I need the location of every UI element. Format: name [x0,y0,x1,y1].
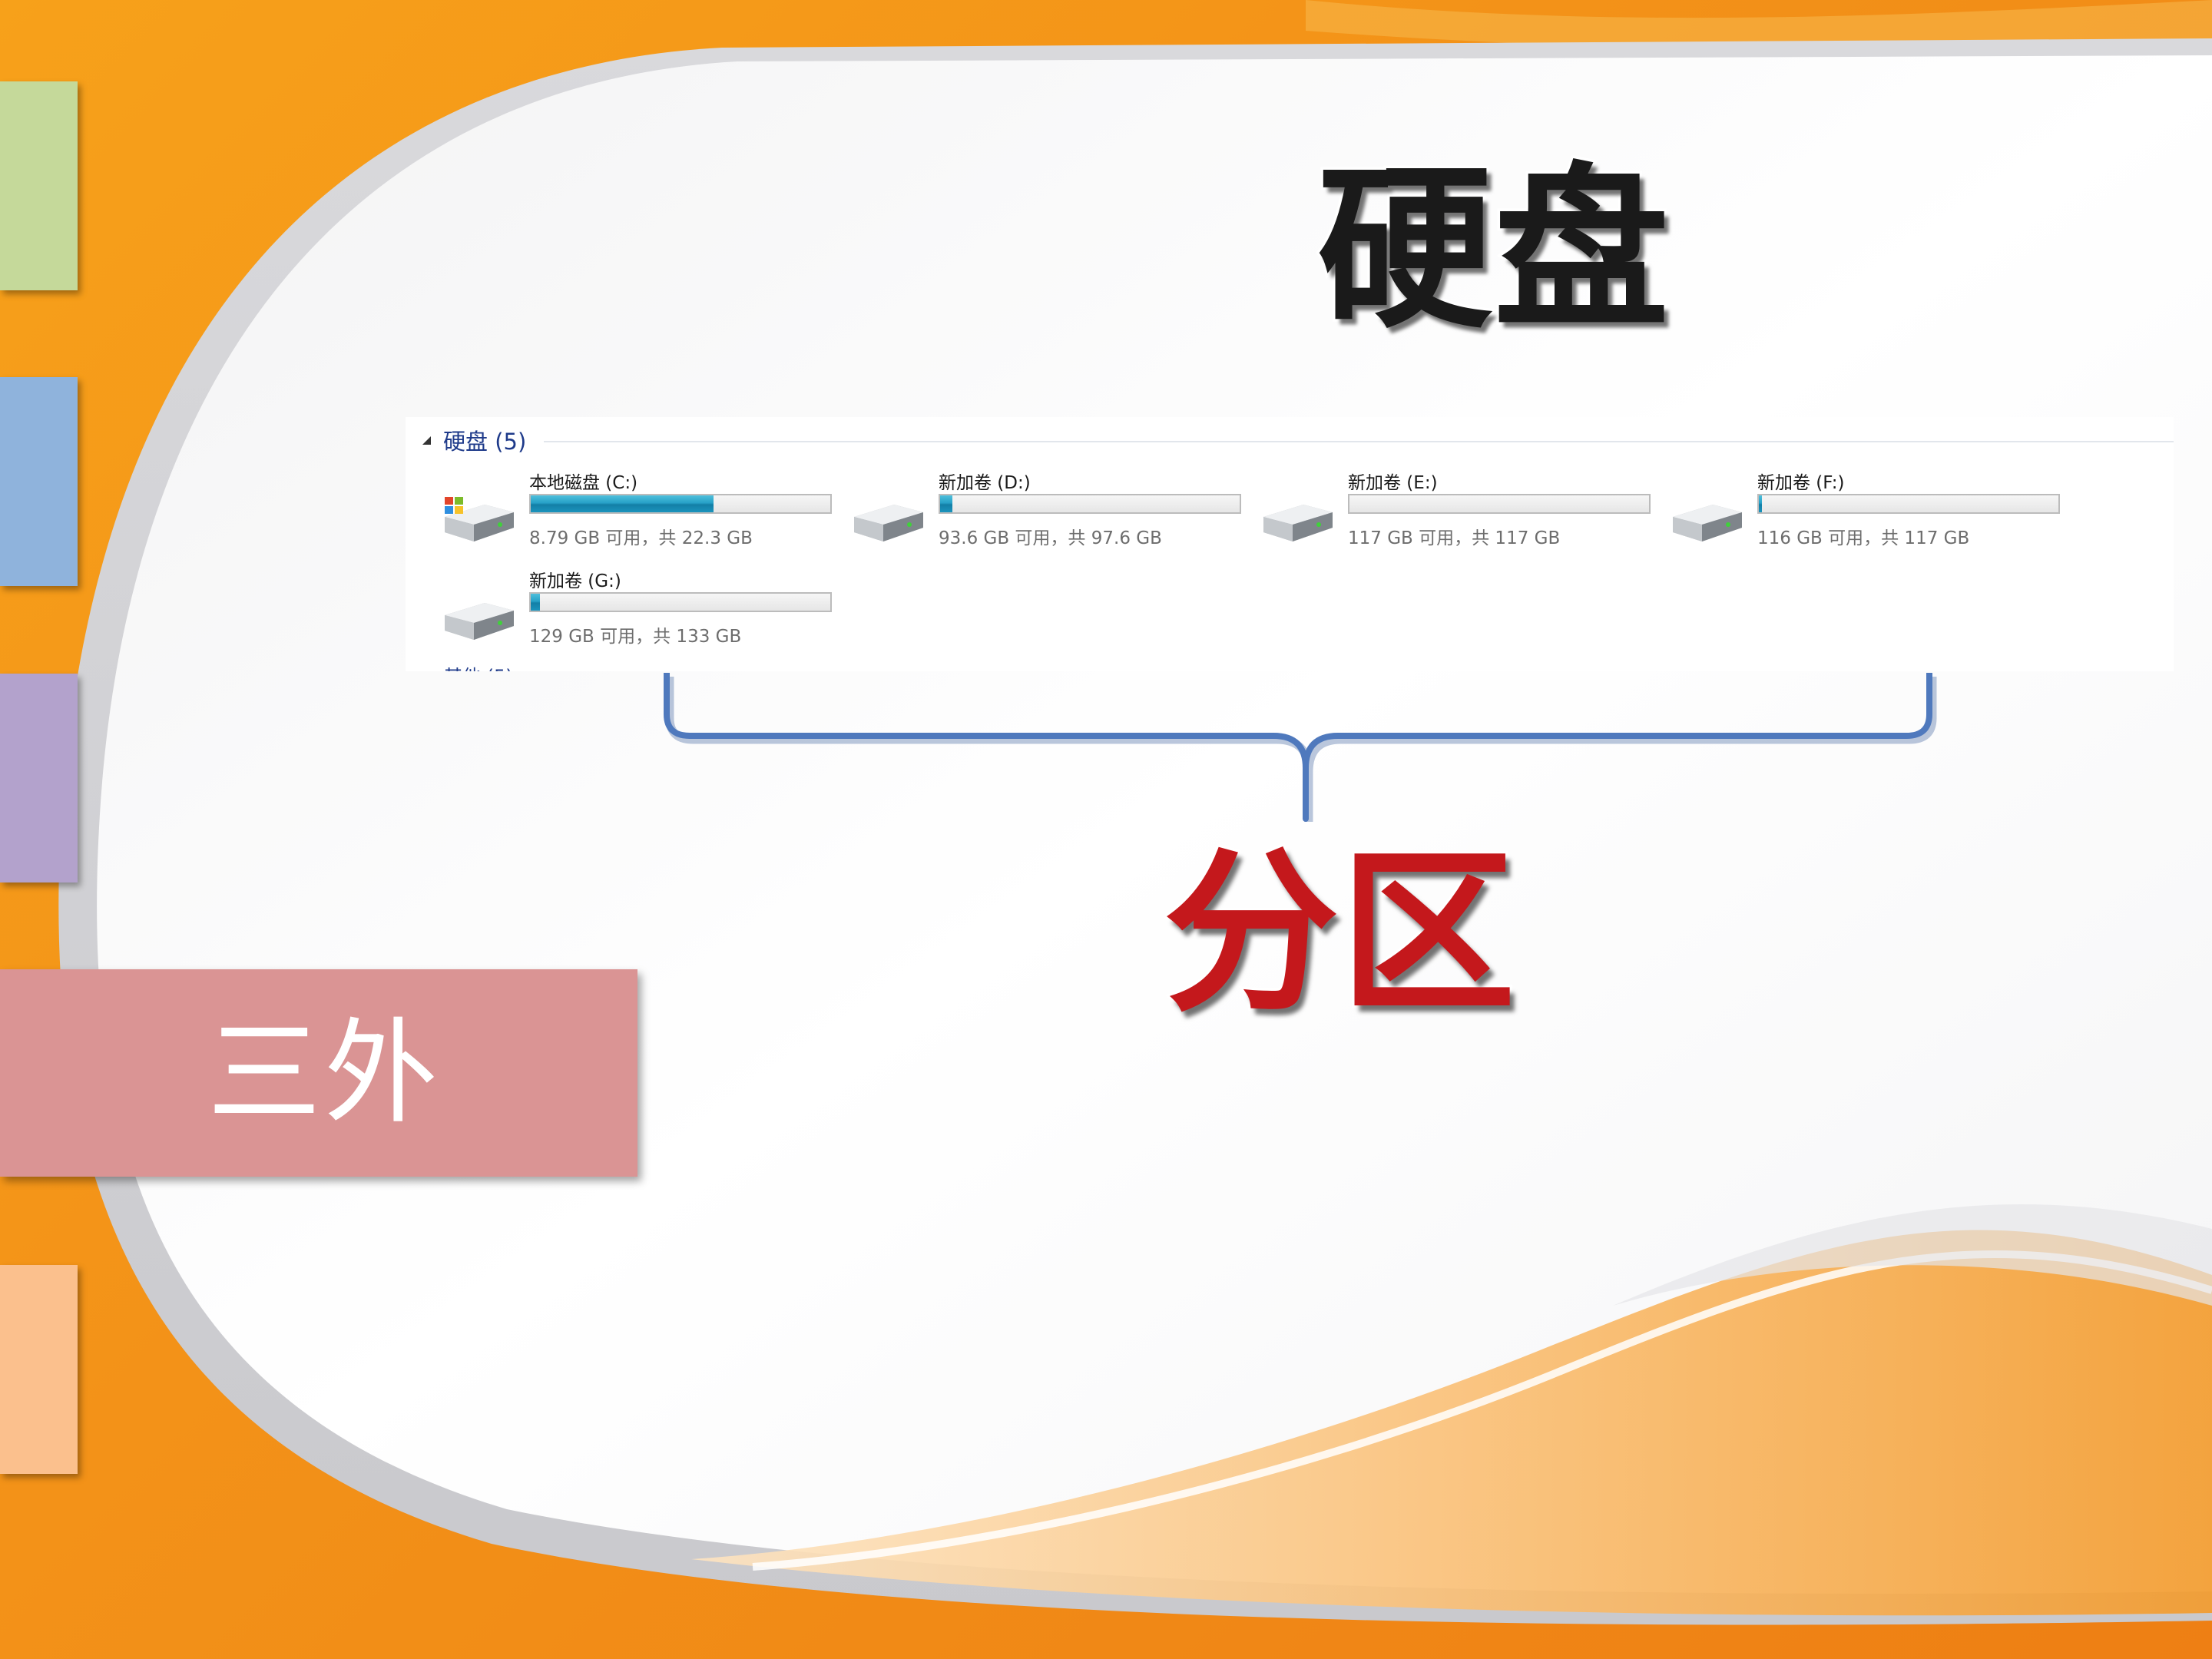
capacity-bar-fill [531,594,540,611]
drive-name: 本地磁盘 (C:) [529,473,638,493]
drive-item-f[interactable]: 新加卷 (F:) 116 GB 可用，共 117 GB [1668,468,2075,552]
drive-name: 新加卷 (E:) [1348,473,1438,493]
nav-tab-current-section[interactable]: 三外 [0,969,637,1177]
hard-drive-icon [1263,505,1333,541]
capacity-bar [939,494,1241,514]
drive-item-e[interactable]: 新加卷 (E:) 117 GB 可用，共 117 GB [1259,468,1666,552]
next-group-label[interactable]: 其他 (5) [444,661,513,671]
slide: 三外 硬盘 硬盘 (5) 本地磁盘 (C:) 8.79 GB 可用，共 22.3… [0,0,2212,1659]
hard-drive-icon [854,505,923,541]
capacity-bar-fill [1759,495,1762,512]
drive-group-title: 硬盘 (5) [443,429,527,455]
drive-item-c[interactable]: 本地磁盘 (C:) 8.79 GB 可用，共 22.3 GB [440,468,847,552]
drive-free-space: 117 GB 可用，共 117 GB [1348,528,1561,548]
explorer-drives-screenshot: 硬盘 (5) 本地磁盘 (C:) 8.79 GB 可用，共 22.3 GB 新加… [406,417,2174,671]
capacity-bar-fill [531,495,714,512]
drive-free-space: 8.79 GB 可用，共 22.3 GB [529,528,753,548]
section-tab-label: 三外 [207,1007,441,1139]
drive-free-space: 129 GB 可用，共 133 GB [529,627,742,647]
slide-subtitle: 分区 [1161,831,1518,1035]
slide-background [58,0,2212,1625]
drive-free-space: 116 GB 可用，共 117 GB [1757,528,1970,548]
system-drive-icon [445,497,514,541]
nav-tab-green[interactable] [0,81,78,290]
drive-name: 新加卷 (F:) [1757,473,1845,493]
brace-connector [664,673,1937,822]
nav-tab-blue[interactable] [0,377,78,586]
drive-name: 新加卷 (G:) [529,571,621,591]
capacity-bar [529,494,832,514]
drive-name: 新加卷 (D:) [939,473,1031,493]
capacity-bar [1348,494,1651,514]
capacity-bar [529,592,832,612]
drive-item-d[interactable]: 新加卷 (D:) 93.6 GB 可用，共 97.6 GB [849,468,1257,552]
nav-tab-peach[interactable] [0,1265,78,1474]
capacity-bar [1757,494,2060,514]
drive-item-g[interactable]: 新加卷 (G:) 129 GB 可用，共 133 GB [440,566,847,651]
drive-free-space: 93.6 GB 可用，共 97.6 GB [939,528,1162,548]
group-divider [544,441,2174,442]
slide-title: 硬盘 [1315,147,1672,352]
collapse-arrow-icon[interactable] [422,435,431,445]
drive-group-header[interactable]: 硬盘 (5) [422,425,526,455]
hard-drive-icon [445,603,514,640]
hard-drive-icon [1673,505,1742,541]
capacity-bar-fill [940,495,952,512]
nav-tab-purple[interactable] [0,674,78,882]
